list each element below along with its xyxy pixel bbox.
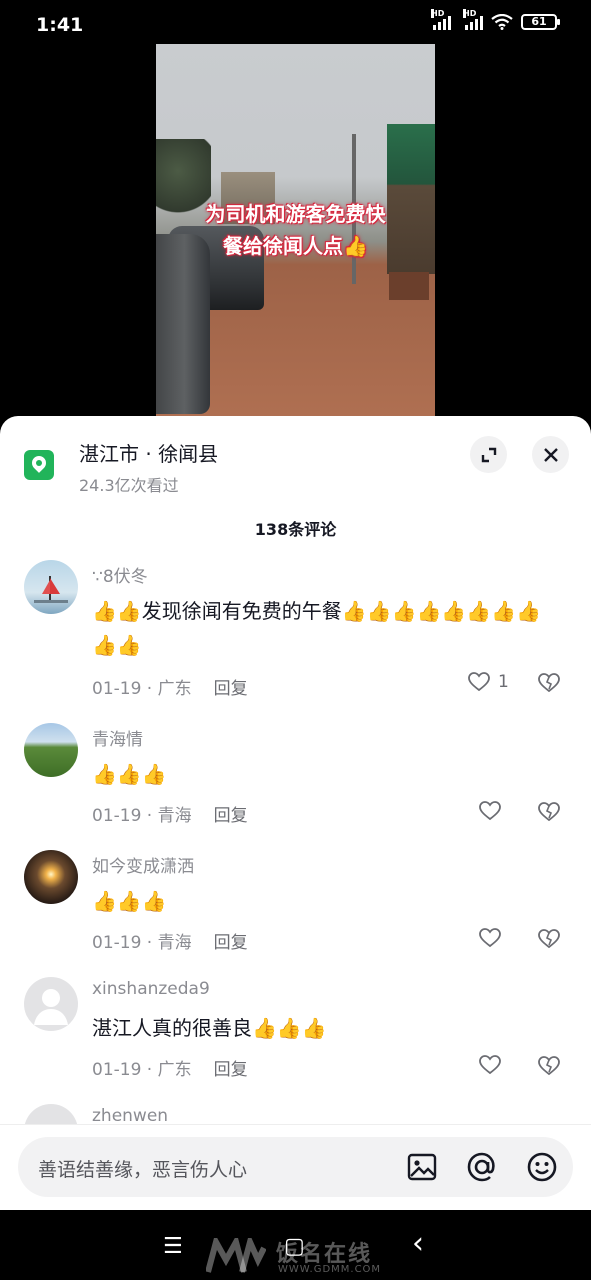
reply-button[interactable]: 回复 [214, 933, 248, 953]
avatar[interactable] [24, 560, 78, 614]
close-icon [543, 447, 558, 462]
comment-sheet: 湛江市 · 徐闻县 24.3亿次看过 138条评论 ∵8伏冬 👍👍发现徐闻有免费… [0, 416, 591, 1210]
broken-heart-icon [538, 802, 560, 822]
like-button[interactable] [479, 801, 501, 821]
heart-icon [479, 801, 501, 821]
watermark-logo-icon [206, 1238, 266, 1273]
heart-icon [479, 928, 501, 948]
comment-input[interactable]: 善语结善缘，恶言伤人心 [18, 1137, 573, 1197]
dislike-button[interactable] [538, 802, 560, 826]
dislike-button[interactable] [538, 929, 560, 953]
dislike-button[interactable] [538, 673, 560, 697]
back-button[interactable]: ‹ [412, 1226, 424, 1261]
like-button[interactable] [479, 928, 501, 948]
reply-button[interactable]: 回复 [214, 679, 248, 699]
comment-input-bar: 善语结善缘，恶言伤人心 [0, 1124, 591, 1210]
status-bar: 1:41 HD HD 61 [0, 0, 591, 44]
system-nav-bar: ☰ ▢ ‹ 饭名在线 WWW.GDMM.COM [0, 1210, 591, 1280]
wifi-icon [491, 14, 513, 30]
comment-text: 👍👍发现徐闻有免费的午餐👍👍👍👍👍👍👍👍👍👍 [92, 599, 542, 657]
comment-text: 湛江人真的很善良👍👍👍 [92, 1016, 327, 1040]
avatar[interactable] [24, 977, 78, 1031]
status-icons: HD HD 61 [431, 9, 560, 30]
avatar[interactable] [24, 850, 78, 904]
heart-icon [468, 672, 490, 692]
expand-icon [481, 447, 496, 462]
close-button[interactable] [532, 436, 569, 473]
battery-icon: 61 [521, 14, 560, 30]
signal-icon: HD [463, 9, 483, 30]
broken-heart-icon [538, 929, 560, 949]
menu-button[interactable]: ☰ [163, 1234, 183, 1259]
video-caption: 为司机和游客免费快 餐给徐闻人点👍 [205, 202, 386, 258]
like-button[interactable] [479, 1055, 501, 1075]
comment-count: 138条评论 [254, 520, 337, 539]
like-button[interactable]: 1 [468, 672, 509, 692]
status-time: 1:41 [36, 14, 84, 36]
comment-meta: 01-19 · 广东 回复 [92, 679, 248, 699]
location-pin-icon[interactable] [24, 450, 54, 480]
dislike-button[interactable] [538, 1056, 560, 1080]
at-icon[interactable] [466, 1151, 498, 1183]
heart-icon [479, 1055, 501, 1075]
reply-button[interactable]: 回复 [214, 1060, 248, 1080]
signal-icon: HD [431, 9, 451, 30]
broken-heart-icon [538, 673, 560, 693]
broken-heart-icon [538, 1056, 560, 1076]
comment-username[interactable]: 青海情 [92, 725, 143, 750]
video-frame[interactable]: 为司机和游客免费快 餐给徐闻人点👍 [156, 44, 435, 424]
comment-username[interactable]: ∵8伏冬 [92, 562, 148, 587]
avatar[interactable] [24, 723, 78, 777]
expand-button[interactable] [470, 436, 507, 473]
comment-username[interactable]: xinshanzeda9 [92, 979, 210, 999]
comment-text: 👍👍👍 [92, 889, 167, 913]
location-views: 24.3亿次看过 [79, 476, 179, 495]
like-count: 1 [498, 672, 509, 692]
comment-username[interactable]: 如今变成潇洒 [92, 852, 194, 877]
comment-meta: 01-19 · 青海 回复 [92, 806, 248, 826]
comment-meta: 01-19 · 广东 回复 [92, 1060, 248, 1080]
reply-button[interactable]: 回复 [214, 806, 248, 826]
watermark: 饭名在线 WWW.GDMM.COM [206, 1236, 396, 1280]
comment-input-placeholder: 善语结善缘，恶言伤人心 [38, 1159, 248, 1181]
comment-meta: 01-19 · 青海 回复 [92, 933, 248, 953]
comment-text: 👍👍👍 [92, 762, 167, 786]
video-player[interactable]: 为司机和游客免费快 餐给徐闻人点👍 [0, 44, 591, 424]
comment-username[interactable]: zhenwen [92, 1106, 168, 1126]
emoji-icon[interactable] [526, 1151, 558, 1183]
location-title[interactable]: 湛江市 · 徐闻县 [79, 438, 218, 467]
image-icon[interactable] [406, 1151, 438, 1183]
